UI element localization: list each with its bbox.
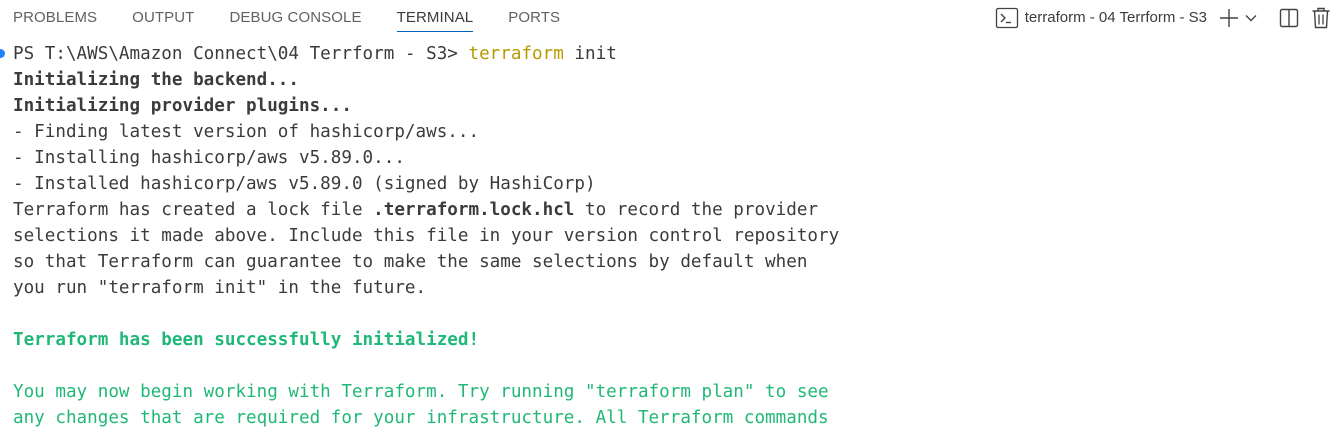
lock-text-post: to record the provider [574, 200, 819, 220]
output-line: any changes that are required for your i… [13, 408, 829, 428]
output-line: Initializing the backend... [13, 70, 299, 90]
tab-problems[interactable]: PROBLEMS [13, 0, 97, 35]
lock-file-name: .terraform.lock.hcl [373, 200, 575, 220]
tab-debug-console[interactable]: DEBUG CONSOLE [229, 0, 361, 35]
panel-tabs: PROBLEMS OUTPUT DEBUG CONSOLE TERMINAL P… [13, 0, 595, 35]
add-icon[interactable] [1219, 0, 1239, 35]
output-line: - Installed hashicorp/aws v5.89.0 (signe… [13, 174, 596, 194]
terminal-output[interactable]: PS T:\AWS\Amazon Connect\04 Terrform - S… [0, 41, 1343, 437]
output-line: You may now begin working with Terraform… [13, 382, 829, 402]
chevron-down-icon[interactable] [1245, 0, 1257, 35]
output-line: so that Terraform can guarantee to make … [13, 252, 808, 272]
output-line: Terraform has created a lock file .terra… [0, 197, 1343, 223]
prompt-path: PS T:\AWS\Amazon Connect\04 Terrform - S… [13, 44, 469, 64]
tab-terminal[interactable]: TERMINAL [396, 0, 474, 35]
tab-ports[interactable]: PORTS [508, 0, 560, 35]
tab-output[interactable]: OUTPUT [132, 0, 194, 35]
trash-icon[interactable] [1311, 0, 1331, 35]
panel-header: PROBLEMS OUTPUT DEBUG CONSOLE TERMINAL P… [0, 0, 1343, 35]
terminal-instance-label: terraform - 04 Terrform - S3 [1024, 9, 1207, 26]
terminal-icon [995, 0, 1019, 35]
lock-text-pre: Terraform has created a lock file [13, 200, 374, 220]
terminal-actions: terraform - 04 Terrform - S3 [995, 0, 1331, 35]
output-line: selections it made above. Include this f… [13, 226, 840, 246]
prompt-args: init [563, 44, 617, 64]
terminal-instance-selector[interactable]: terraform - 04 Terrform - S3 [995, 0, 1207, 35]
output-line: - Finding latest version of hashicorp/aw… [13, 122, 480, 142]
success-message: Terraform has been successfully initiali… [13, 330, 480, 350]
output-line: you run "terraform init" in the future. [13, 278, 427, 298]
prompt-command: terraform [468, 44, 564, 64]
prompt-line: PS T:\AWS\Amazon Connect\04 Terrform - S… [0, 41, 1343, 67]
split-icon[interactable] [1279, 0, 1299, 35]
command-decoration-icon[interactable] [0, 49, 5, 58]
output-line: - Installing hashicorp/aws v5.89.0... [13, 148, 405, 168]
output-line: Initializing provider plugins... [13, 96, 352, 116]
